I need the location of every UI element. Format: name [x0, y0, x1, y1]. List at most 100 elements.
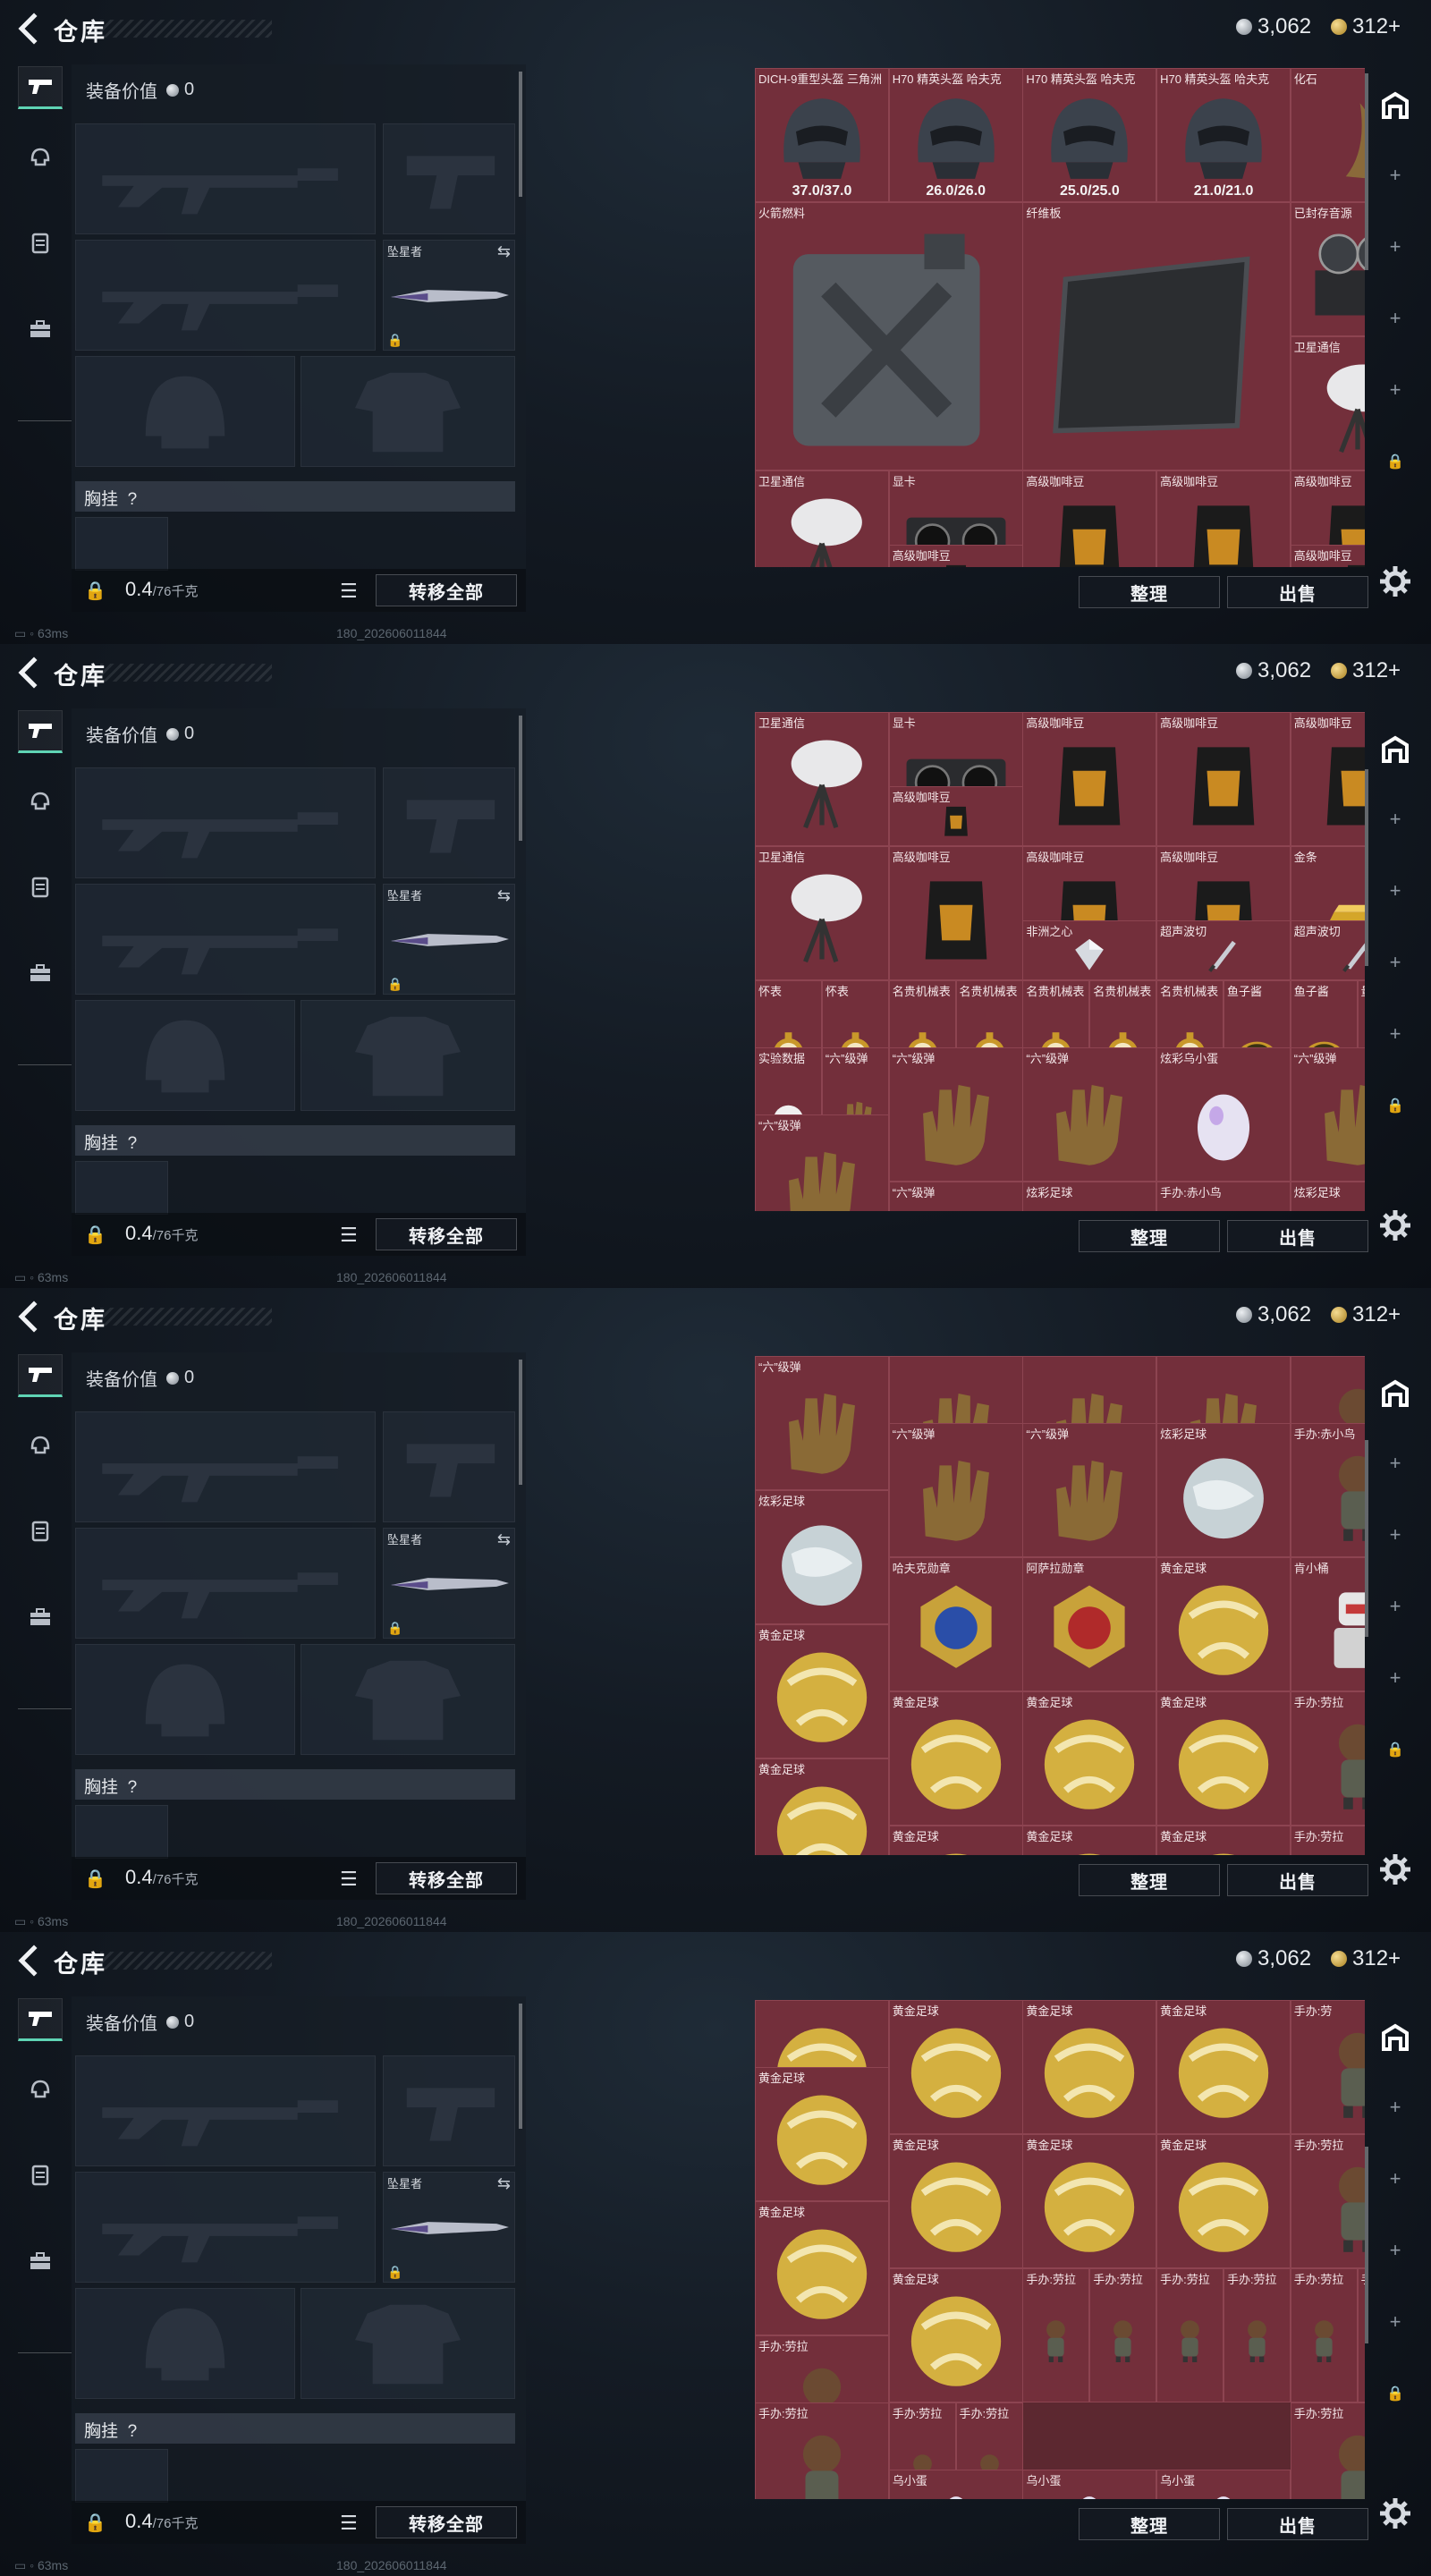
storage-item[interactable]: 黄金足球	[1022, 1826, 1157, 1855]
equipment-scrollbar[interactable]	[519, 716, 522, 841]
tab-gear[interactable]	[18, 1510, 63, 1553]
gold-currency[interactable]: 312+	[1331, 1946, 1401, 1971]
primary-weapon-slot[interactable]	[75, 1411, 376, 1522]
tab-armor[interactable]	[18, 780, 63, 823]
melee-slot[interactable]: 坠星者 ⇆ 🔒	[383, 1528, 515, 1639]
storage-item[interactable]: H70 精英头盔 哈夫克 25.0/25.0	[1022, 68, 1157, 202]
storage-item[interactable]: 高级咖啡豆	[1022, 712, 1157, 846]
primary-weapon-slot[interactable]	[75, 123, 376, 234]
storage-item[interactable]: 黄金足球	[888, 1826, 1023, 1855]
storage-item[interactable]: H70 精英头盔 哈夫克 21.0/21.0	[1156, 68, 1291, 202]
add-storage-button[interactable]: +	[1374, 2304, 1417, 2340]
help-icon[interactable]: ?	[128, 1134, 138, 1153]
storage-item[interactable]: 非洲之心	[1022, 919, 1157, 980]
storage-item[interactable]: “六”级弹	[888, 1182, 1023, 1211]
pistol-slot[interactable]	[383, 2055, 515, 2166]
storage-item[interactable]: 高级咖啡豆	[1290, 712, 1365, 846]
add-storage-button[interactable]: +	[1374, 945, 1417, 980]
pistol-slot[interactable]	[383, 767, 515, 878]
sort-button[interactable]: 整理	[1079, 2508, 1220, 2540]
storage-item[interactable]: 高级咖啡豆	[1290, 544, 1365, 567]
add-storage-button[interactable]: +	[1374, 801, 1417, 837]
silver-currency[interactable]: 3,062	[1236, 1302, 1311, 1327]
storage-item[interactable]: 黄金足球	[1156, 1691, 1291, 1826]
storage-item[interactable]: “六”级弹	[1290, 1047, 1365, 1182]
storage-item[interactable]: 高级咖啡豆	[888, 544, 1023, 567]
storage-item[interactable]: 黄金足球	[755, 2067, 889, 2201]
storage-item[interactable]: 黄金足球	[1156, 1826, 1291, 1855]
storage-item[interactable]: 手办:劳拉	[1022, 2268, 1090, 2402]
gold-currency[interactable]: 312+	[1331, 658, 1401, 683]
storage-grid[interactable]: DICH-9重型头盔 三角洲 37.0/37.0 H70 精英头盔 哈夫克 26.0/…	[755, 68, 1365, 567]
tab-backpack[interactable]	[18, 308, 63, 351]
storage-item[interactable]: 手办:劳拉	[1290, 2134, 1365, 2268]
add-storage-button[interactable]: +	[1374, 1445, 1417, 1481]
add-storage-button[interactable]: +	[1374, 2161, 1417, 2197]
equipment-scrollbar[interactable]	[519, 72, 522, 197]
storage-item[interactable]: 炫彩乌小蛋	[1156, 1047, 1291, 1182]
storage-item[interactable]: “六”级弹	[888, 1423, 1023, 1557]
storage-item[interactable]: 黄金足球	[755, 1624, 889, 1758]
tab-gear[interactable]	[18, 222, 63, 265]
gear-icon[interactable]	[1377, 564, 1413, 599]
armor-slot[interactable]	[301, 2288, 515, 2399]
add-storage-button[interactable]: +	[1374, 2233, 1417, 2268]
warehouse-tab[interactable]	[1374, 732, 1417, 767]
storage-item[interactable]: 手办:劳拉	[1357, 2268, 1365, 2402]
add-storage-button[interactable]: +	[1374, 157, 1417, 193]
storage-item[interactable]: 黄金足球	[755, 1758, 889, 1855]
storage-item[interactable]: 哈夫克勋章	[888, 1557, 1023, 1691]
equipment-scrollbar[interactable]	[519, 2004, 522, 2129]
warehouse-tab[interactable]	[1374, 1376, 1417, 1411]
storage-item[interactable]: 黄金足球	[888, 2134, 1023, 2268]
storage-grid[interactable]: 卫星通信 显卡 高级咖啡豆 高级咖啡豆 高级咖啡豆 卫星通信 高级咖啡豆 高级咖啡豆 高级咖啡豆…	[755, 712, 1365, 1211]
tab-weapons[interactable]	[18, 66, 63, 109]
sell-button[interactable]: 出售	[1227, 1864, 1368, 1896]
warehouse-tab[interactable]	[1374, 88, 1417, 123]
storage-item[interactable]: 手办:劳拉	[1223, 2268, 1291, 2402]
back-arrow-icon[interactable]	[13, 1299, 43, 1335]
storage-item[interactable]: DICH-9重型头盔 三角洲 37.0/37.0	[755, 68, 889, 202]
storage-item[interactable]: 黄金足球	[1156, 1557, 1291, 1691]
storage-item[interactable]: 高级咖啡豆	[1156, 470, 1291, 567]
help-icon[interactable]: ?	[128, 490, 138, 509]
equipment-scrollbar[interactable]	[519, 1360, 522, 1485]
storage-item[interactable]: 乌小蛋	[888, 2470, 1023, 2499]
storage-item[interactable]: 纤维板	[1022, 202, 1291, 470]
chest-rig-header[interactable]: 胸挂 ?	[75, 1125, 515, 1156]
storage-scrollbar[interactable]	[1365, 769, 1368, 966]
storage-item[interactable]: 已封存音源	[1290, 202, 1365, 336]
storage-item[interactable]: 化石	[1290, 68, 1365, 202]
storage-item[interactable]: 高级咖啡豆	[1156, 712, 1291, 846]
storage-item[interactable]: 炫彩足球	[1290, 1182, 1365, 1211]
helmet-slot[interactable]	[75, 1000, 295, 1111]
storage-scrollbar[interactable]	[1365, 2147, 1368, 2343]
melee-slot[interactable]: 坠星者 ⇆ 🔒	[383, 884, 515, 995]
storage-item[interactable]: 卫星通信	[755, 712, 889, 846]
gear-icon[interactable]	[1377, 1852, 1413, 1887]
storage-item[interactable]: 手办:劳拉	[1290, 2268, 1358, 2402]
silver-currency[interactable]: 3,062	[1236, 1946, 1311, 1971]
chest-rig-slot[interactable]	[75, 1161, 168, 1215]
tab-gear[interactable]	[18, 2154, 63, 2197]
armor-slot[interactable]	[301, 1000, 515, 1111]
storage-item[interactable]: 手办:劳拉	[755, 2402, 889, 2499]
primary-weapon-slot[interactable]	[75, 767, 376, 878]
storage-item[interactable]: 黄金足球	[1156, 2134, 1291, 2268]
add-storage-button[interactable]: +	[1374, 2089, 1417, 2125]
storage-item[interactable]: 炫彩足球	[1022, 1182, 1157, 1211]
sell-button[interactable]: 出售	[1227, 576, 1368, 608]
storage-item[interactable]: 超声波切	[1290, 919, 1365, 980]
storage-item[interactable]: 黄金足球	[1022, 2134, 1157, 2268]
storage-item[interactable]: 黄金足球	[888, 2268, 1023, 2402]
add-storage-button[interactable]: +	[1374, 1589, 1417, 1624]
help-icon[interactable]: ?	[128, 2422, 138, 2441]
storage-item[interactable]: 黄金足球	[888, 2000, 1023, 2134]
transfer-all-button[interactable]: 转移全部	[376, 574, 517, 606]
storage-item[interactable]: 肯小桶	[1290, 1557, 1365, 1691]
chest-rig-slot[interactable]	[75, 1805, 168, 1859]
storage-item[interactable]: 黄金足球	[1156, 2000, 1291, 2134]
tab-weapons[interactable]	[18, 1998, 63, 2041]
storage-item[interactable]: 卫星通信	[1290, 336, 1365, 470]
storage-item[interactable]: 手办:赤小鸟	[1290, 1423, 1365, 1557]
